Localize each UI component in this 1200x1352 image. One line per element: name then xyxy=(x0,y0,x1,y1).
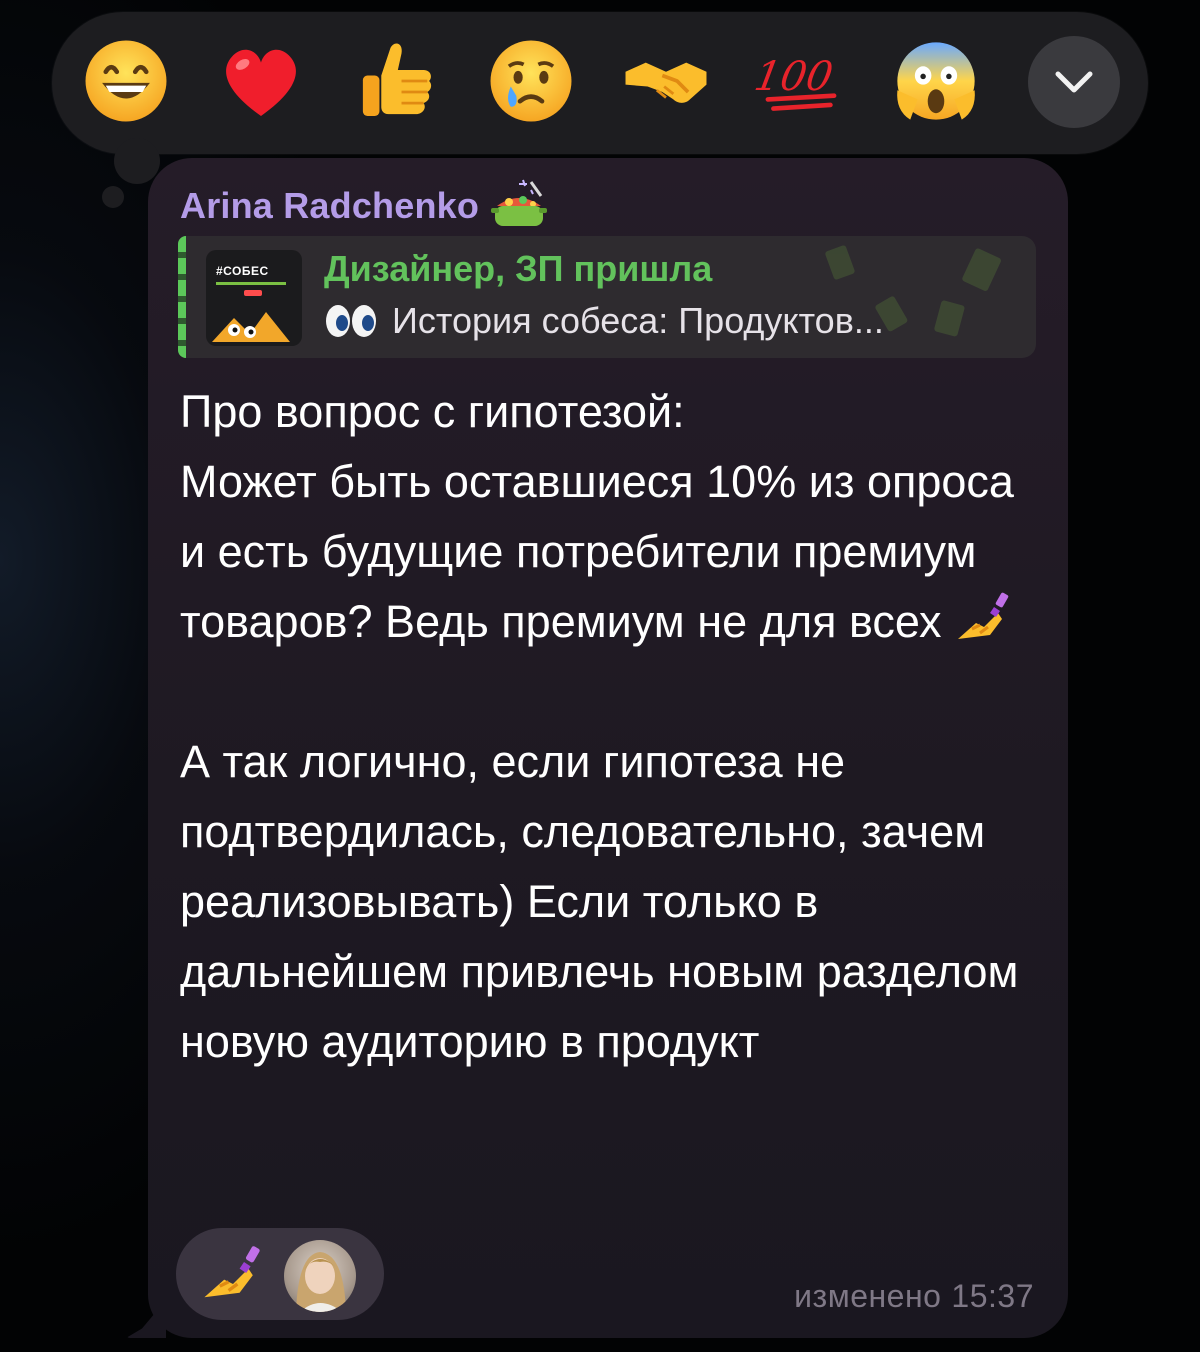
reaction-picker-tail-dot xyxy=(102,186,124,208)
nail-polish-emoji xyxy=(957,592,1009,639)
hundred-points-emoji: 100 xyxy=(755,52,837,111)
crying-face-emoji xyxy=(490,40,572,122)
grinning-face-emoji xyxy=(85,40,167,122)
svg-text:100: 100 xyxy=(755,52,837,100)
thumbnail-label: #СОБЕС xyxy=(216,264,269,278)
avatar xyxy=(296,1252,346,1312)
cooking-pot-emoji xyxy=(491,179,548,226)
forwarded-post-subtitle: История собеса: Продуктов... xyxy=(392,300,884,341)
handshake-emoji xyxy=(625,62,707,103)
channel-thumbnail: #СОБЕС xyxy=(206,250,302,346)
edited-label: изменено xyxy=(794,1278,942,1314)
reaction-screaming-face[interactable] xyxy=(888,33,984,129)
reaction-grinning-face[interactable] xyxy=(78,33,174,129)
cat-mascot-icon xyxy=(212,312,290,342)
forwarded-post-preview[interactable]: #СОБЕС Дизайнер, ЗП пришла История собес… xyxy=(178,236,1036,358)
reaction-handshake[interactable] xyxy=(618,33,714,129)
sender-name[interactable]: Arina Radchenko xyxy=(180,185,479,227)
sender-row: Arina Radchenko xyxy=(180,176,551,236)
expand-reactions-button[interactable] xyxy=(1028,36,1120,128)
reaction-thumbs-up[interactable] xyxy=(348,33,444,129)
message-paragraph-2: А так логично, если гипотеза не подтверд… xyxy=(180,736,1031,1067)
reaction-red-heart[interactable] xyxy=(213,33,309,129)
message-meta: изменено 15:37 xyxy=(794,1278,1034,1315)
reaction-hundred-points[interactable]: 100 xyxy=(753,33,849,129)
eyes-emoji xyxy=(326,305,376,337)
message-time: 15:37 xyxy=(951,1278,1034,1314)
message-text: Про вопрос с гипотезой: Может быть остав… xyxy=(180,377,1040,1077)
reaction-crying-face[interactable] xyxy=(483,33,579,129)
thumbs-up-emoji xyxy=(362,43,432,116)
reaction-picker-tail xyxy=(114,138,160,184)
red-heart-emoji xyxy=(226,49,296,116)
nail-polish-emoji xyxy=(204,1246,260,1298)
chevron-down-icon xyxy=(1055,71,1093,93)
reply-accent-stripe xyxy=(178,236,186,358)
forwarded-post-subtitle-row: История собеса: Продуктов... xyxy=(324,300,884,342)
message-paragraph-1: Про вопрос с гипотезой: Может быть остав… xyxy=(180,386,1014,647)
reactor-avatar[interactable] xyxy=(284,1240,356,1312)
forwarded-post-title: Дизайнер, ЗП пришла xyxy=(324,248,713,289)
screaming-face-emoji xyxy=(897,42,975,120)
